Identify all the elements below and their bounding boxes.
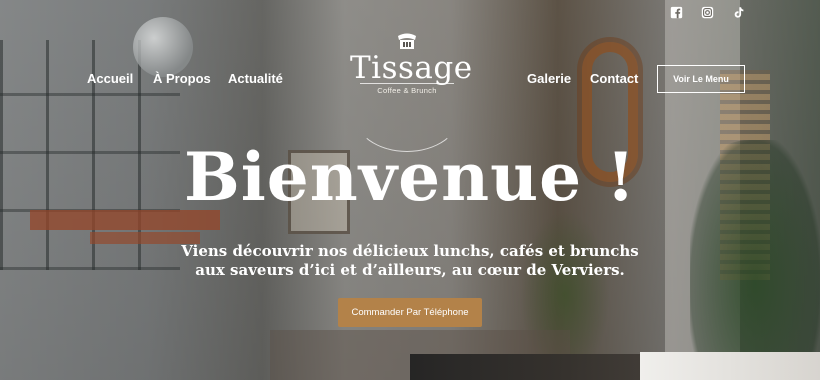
background-cup (410, 354, 640, 380)
nav-actualite[interactable]: Actualité (228, 71, 283, 86)
view-menu-button[interactable]: Voir Le Menu (657, 65, 745, 93)
instagram-icon[interactable] (701, 6, 714, 19)
hero-title: Bienvenue ! (183, 138, 637, 216)
background-disco-ball (133, 17, 193, 77)
background-cup (640, 352, 820, 380)
social-links (670, 6, 745, 19)
facebook-icon[interactable] (670, 6, 683, 19)
tiktok-icon[interactable] (732, 6, 745, 19)
nav-contact[interactable]: Contact (590, 71, 638, 86)
hero-section: Accueil À Propos Actualité Galerie Conta… (0, 0, 820, 380)
nav-galerie[interactable]: Galerie (527, 71, 571, 86)
nav-a-propos[interactable]: À Propos (153, 71, 211, 86)
nav-accueil[interactable]: Accueil (87, 71, 133, 86)
cup-icon (398, 33, 416, 49)
hero-subtitle: Viens découvrir nos délicieux lunchs, ca… (181, 242, 639, 279)
site-logo[interactable]: Tissage Coffee & Brunch (350, 30, 472, 152)
order-by-phone-button[interactable]: Commander Par Téléphone (338, 298, 482, 327)
